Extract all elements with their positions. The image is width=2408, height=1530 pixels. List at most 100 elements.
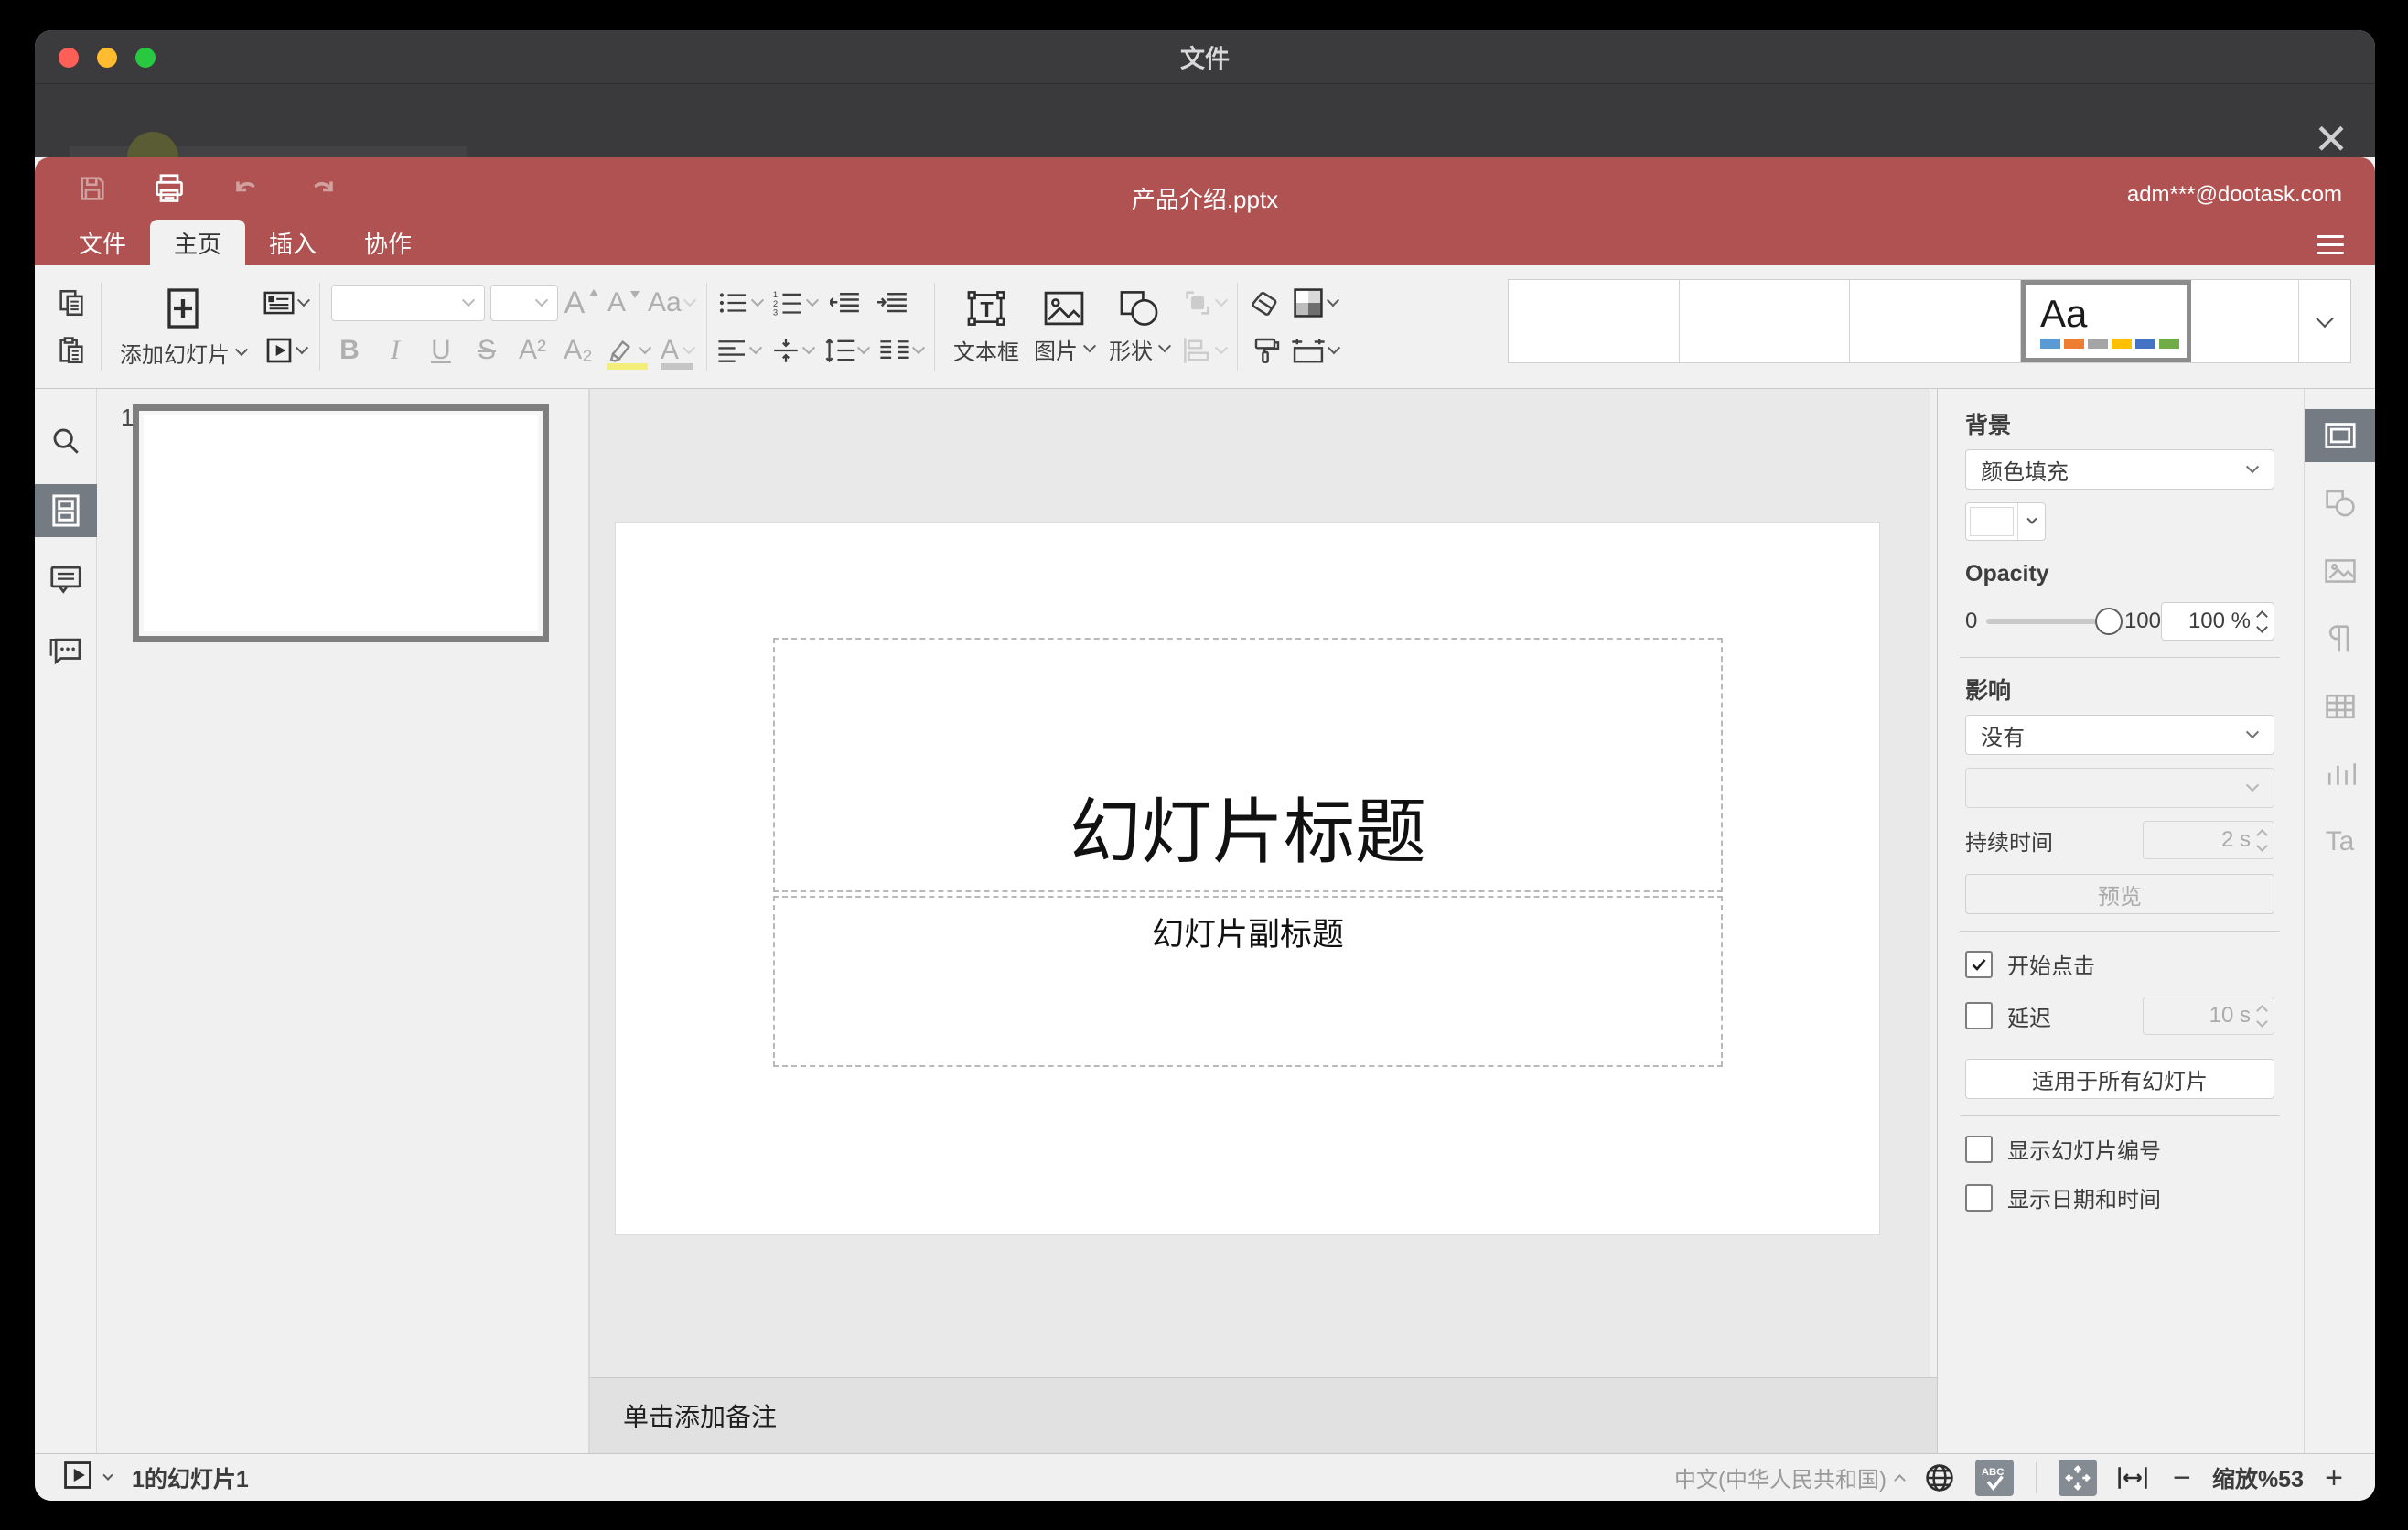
- add-slide-button[interactable]: 添加幻灯片: [113, 286, 253, 369]
- spellcheck-icon[interactable]: ABC: [1974, 1459, 2014, 1496]
- underline-icon[interactable]: U: [423, 331, 459, 370]
- slides-panel-icon[interactable]: [35, 484, 97, 537]
- apply-to-all-slides-button[interactable]: 适用于所有幻灯片: [1965, 1059, 2274, 1099]
- increase-font-icon[interactable]: A: [564, 284, 600, 322]
- horizontal-align-icon[interactable]: [718, 331, 763, 370]
- clear-style-icon[interactable]: [1249, 284, 1285, 322]
- start-on-click-checkbox[interactable]: [1965, 950, 1993, 978]
- fill-color-picker[interactable]: [1965, 502, 2046, 541]
- start-slideshow-icon[interactable]: [263, 331, 309, 370]
- paragraph-settings-icon[interactable]: [2305, 612, 2376, 665]
- highlight-color-icon[interactable]: [606, 331, 652, 370]
- increase-indent-icon[interactable]: [876, 284, 912, 322]
- opacity-slider[interactable]: [1986, 608, 2123, 635]
- tab-collaboration[interactable]: 协作: [340, 220, 435, 265]
- theme-gallery-expand-icon[interactable]: [2299, 280, 2351, 362]
- copy-icon[interactable]: [53, 284, 90, 322]
- slide-size-icon[interactable]: [1291, 331, 1341, 370]
- zoom-in-icon[interactable]: +: [2320, 1462, 2348, 1493]
- opacity-up-icon[interactable]: [2256, 609, 2268, 622]
- subtitle-placeholder[interactable]: 幻灯片副标题: [773, 896, 1723, 1067]
- traffic-light-zoom[interactable]: [135, 48, 156, 68]
- save-icon[interactable]: [75, 171, 110, 206]
- fill-type-select[interactable]: 颜色填充: [1965, 449, 2274, 490]
- effect-variant-select[interactable]: [1965, 768, 2274, 808]
- undo-icon[interactable]: [229, 171, 263, 206]
- font-name-combo[interactable]: [331, 285, 485, 321]
- change-case-icon[interactable]: Aa: [648, 284, 696, 322]
- opacity-down-icon[interactable]: [2256, 620, 2268, 633]
- font-color-icon[interactable]: A: [659, 331, 696, 370]
- textart-settings-icon[interactable]: Ta: [2305, 815, 2376, 868]
- tab-insert[interactable]: 插入: [245, 220, 340, 265]
- bullets-icon[interactable]: [718, 284, 765, 322]
- chat-icon[interactable]: [35, 623, 97, 676]
- fill-color-dropdown-icon[interactable]: [2017, 503, 2045, 540]
- subscript-icon[interactable]: A₂: [560, 331, 597, 370]
- paste-icon[interactable]: [53, 331, 90, 370]
- vertical-align-icon[interactable]: [771, 331, 816, 370]
- show-slide-number-checkbox[interactable]: [1965, 1135, 1993, 1163]
- font-size-combo[interactable]: [490, 285, 558, 321]
- slide-settings-icon[interactable]: [2304, 409, 2375, 462]
- line-spacing-icon[interactable]: [824, 331, 871, 370]
- start-preview-icon[interactable]: [62, 1460, 93, 1495]
- opacity-slider-handle[interactable]: [2094, 608, 2123, 635]
- comments-icon[interactable]: [35, 554, 97, 607]
- theme-thumb-selected[interactable]: Aa: [2021, 280, 2192, 362]
- fit-to-width-icon[interactable]: [2113, 1460, 2152, 1496]
- theme-thumb-blank-4[interactable]: [2191, 280, 2300, 362]
- preview-button[interactable]: 预览: [1965, 874, 2274, 914]
- theme-thumb-blank-2[interactable]: [1679, 280, 1851, 362]
- traffic-light-close[interactable]: [59, 48, 79, 68]
- show-date-time-checkbox[interactable]: [1965, 1183, 1993, 1212]
- tab-file[interactable]: 文件: [55, 220, 150, 265]
- strikeout-icon[interactable]: S: [468, 331, 505, 370]
- language-selector[interactable]: 中文(中华人民共和国): [1674, 1461, 1906, 1493]
- duration-spinner[interactable]: 2 s: [2143, 821, 2274, 859]
- preview-options-icon[interactable]: [102, 1470, 113, 1481]
- delay-spinner[interactable]: 10 s: [2143, 997, 2274, 1035]
- document-language-icon[interactable]: [1920, 1460, 1959, 1496]
- chart-settings-icon[interactable]: [2305, 748, 2376, 801]
- insert-textbox-button[interactable]: T 文本框: [946, 288, 1027, 366]
- align-shape-icon[interactable]: [1182, 331, 1229, 370]
- delay-checkbox[interactable]: [1965, 1002, 1993, 1029]
- theme-thumb-blank-3[interactable]: [1850, 280, 2022, 362]
- slide-thumbnail[interactable]: [133, 404, 549, 642]
- insert-shape-button[interactable]: 形状: [1102, 289, 1177, 365]
- color-scheme-icon[interactable]: [1291, 284, 1340, 322]
- delay-row: 延迟 10 s: [1965, 997, 2274, 1035]
- insert-image-button[interactable]: 图片: [1027, 289, 1102, 365]
- redo-icon[interactable]: [306, 171, 340, 206]
- italic-icon[interactable]: I: [377, 331, 414, 370]
- fit-to-slide-icon[interactable]: [2058, 1459, 2097, 1496]
- print-icon[interactable]: [152, 171, 187, 206]
- tab-home[interactable]: 主页: [150, 220, 246, 265]
- zoom-out-icon[interactable]: −: [2168, 1462, 2196, 1493]
- menu-icon[interactable]: [2317, 235, 2344, 254]
- close-icon[interactable]: ✕: [2311, 118, 2351, 161]
- superscript-icon[interactable]: A²: [514, 331, 551, 370]
- change-layout-icon[interactable]: [263, 284, 311, 322]
- effect-select[interactable]: 没有: [1965, 715, 2274, 755]
- canvas-scrollbar[interactable]: [1930, 389, 1937, 1377]
- arrange-shape-icon[interactable]: [1182, 284, 1229, 322]
- numbering-icon[interactable]: 123: [773, 284, 820, 322]
- slide-canvas-area[interactable]: 幻灯片标题 幻灯片副标题: [590, 389, 1937, 1377]
- slide-canvas[interactable]: 幻灯片标题 幻灯片副标题: [616, 523, 1879, 1234]
- columns-icon[interactable]: [879, 331, 926, 370]
- theme-thumb-blank-1[interactable]: [1509, 280, 1680, 362]
- image-settings-icon[interactable]: [2305, 544, 2376, 598]
- table-settings-icon[interactable]: [2305, 680, 2376, 733]
- decrease-font-icon[interactable]: A: [606, 284, 642, 322]
- notes-area[interactable]: 单击添加备注: [590, 1377, 1937, 1453]
- traffic-light-minimize[interactable]: [97, 48, 117, 68]
- shape-settings-icon[interactable]: [2305, 477, 2376, 530]
- search-icon[interactable]: [35, 415, 97, 468]
- decrease-indent-icon[interactable]: [828, 284, 865, 322]
- opacity-spinner[interactable]: 100 %: [2161, 602, 2274, 641]
- copy-style-icon[interactable]: [1249, 331, 1285, 370]
- bold-icon[interactable]: B: [331, 331, 368, 370]
- title-placeholder[interactable]: 幻灯片标题: [773, 638, 1723, 892]
